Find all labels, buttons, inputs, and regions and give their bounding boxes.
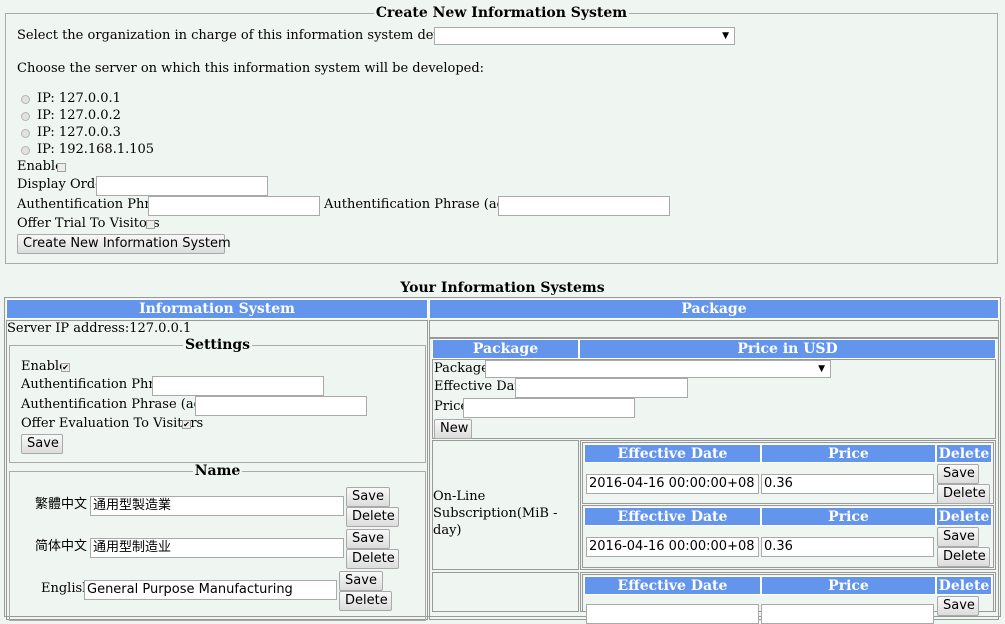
price-row-2-save-button[interactable]: Save bbox=[937, 527, 979, 547]
settings-eval-checkbox[interactable]: ✔ bbox=[182, 420, 191, 429]
name-delete-button-2[interactable]: Delete bbox=[346, 549, 399, 569]
name-save-button-2[interactable]: Save bbox=[346, 529, 390, 549]
price-table-2-header-price: Price bbox=[761, 507, 936, 526]
name-lang-label-1: 繁體中文 bbox=[35, 497, 88, 512]
name-input-3[interactable]: General Purpose Manufacturing bbox=[84, 580, 337, 600]
server-ip-text: Server IP address:127.0.0.1 bbox=[7, 321, 192, 336]
name-delete-button-3[interactable]: Delete bbox=[339, 591, 392, 611]
server-label-3: IP: 127.0.0.3 bbox=[37, 125, 121, 140]
col-information-system: Information System bbox=[6, 299, 428, 319]
price-table-2-header-date: Effective Date bbox=[584, 507, 761, 526]
effective-date-input[interactable] bbox=[515, 378, 688, 398]
settings-enable-label: Enable bbox=[21, 359, 67, 374]
auth-phrase-again-input[interactable] bbox=[498, 196, 670, 216]
name-delete-button-1[interactable]: Delete bbox=[346, 507, 399, 527]
package-select-label: Package bbox=[434, 361, 489, 376]
price-table-3-header-price: Price bbox=[761, 576, 936, 595]
subscription-label: On-Line Subscription(MiB - day) bbox=[433, 489, 558, 538]
price-table-3-header-delete: Delete bbox=[936, 576, 992, 595]
create-system-button[interactable]: Create New Information System bbox=[17, 234, 231, 254]
server-radio-1[interactable] bbox=[21, 95, 30, 104]
price-row-1-delete-button[interactable]: Delete bbox=[937, 484, 990, 504]
name-input-2[interactable]: 通用型制造业 bbox=[90, 538, 344, 558]
name-save-button-3[interactable]: Save bbox=[339, 571, 383, 591]
price-row-1-price-input[interactable]: 0.36 bbox=[761, 474, 934, 494]
settings-legend: Settings bbox=[182, 337, 253, 353]
chevron-down-icon: ▼ bbox=[722, 31, 729, 41]
name-legend: Name bbox=[192, 463, 243, 479]
settings-auth-input[interactable] bbox=[152, 376, 324, 396]
settings-save-button[interactable]: Save bbox=[21, 434, 63, 454]
price-row-3-date-input[interactable] bbox=[586, 604, 759, 624]
price-table-1-header-price: Price bbox=[761, 444, 936, 463]
server-label-1: IP: 127.0.0.1 bbox=[37, 91, 121, 106]
enable-checkbox[interactable] bbox=[57, 163, 66, 172]
auth-phrase-input[interactable] bbox=[148, 196, 320, 216]
package-select[interactable]: ▼ bbox=[485, 360, 831, 378]
systems-title: Your Information Systems bbox=[400, 280, 605, 296]
price-row-1-save-button[interactable]: Save bbox=[937, 464, 979, 484]
server-prompt: Choose the server on which this informat… bbox=[17, 61, 485, 76]
display-order-input[interactable] bbox=[96, 176, 268, 196]
server-radio-2[interactable] bbox=[21, 112, 30, 121]
price-row-3-save-button[interactable]: Save bbox=[937, 596, 979, 616]
name-save-button-1[interactable]: Save bbox=[346, 487, 390, 507]
col-package-name: Package bbox=[432, 339, 579, 359]
enable-label: Enable bbox=[17, 159, 63, 174]
chevron-down-icon: ▼ bbox=[818, 364, 825, 374]
package-label-cell-3 bbox=[432, 572, 579, 612]
settings-eval-label: Offer Evaluation To Visitors bbox=[21, 416, 204, 431]
price-table-1-header-delete: Delete bbox=[936, 444, 992, 463]
name-input-1[interactable]: 通用型製造業 bbox=[90, 496, 344, 516]
col-price-usd: Price in USD bbox=[579, 339, 996, 359]
offer-trial-checkbox[interactable] bbox=[146, 220, 155, 229]
server-label-4: IP: 192.168.1.105 bbox=[37, 142, 155, 157]
new-price-button[interactable]: New bbox=[434, 419, 472, 439]
price-table-3-header-date: Effective Date bbox=[584, 576, 761, 595]
price-row-2-delete-button[interactable]: Delete bbox=[937, 547, 990, 567]
price-row-3-price-input[interactable] bbox=[761, 604, 934, 624]
col-package: Package bbox=[429, 299, 999, 319]
price-row-1-date-input[interactable]: 2016-04-16 00:00:00+08 bbox=[586, 474, 759, 494]
server-label-2: IP: 127.0.0.2 bbox=[37, 108, 121, 123]
server-radio-4[interactable] bbox=[21, 146, 30, 155]
price-row-2-price-input[interactable]: 0.36 bbox=[761, 537, 934, 557]
price-input[interactable] bbox=[463, 398, 635, 418]
effective-date-label: Effective Date bbox=[434, 379, 528, 394]
price-table-2-header-delete: Delete bbox=[936, 507, 992, 526]
create-system-legend: Create New Information System bbox=[373, 5, 630, 21]
offer-trial-label: Offer Trial To Visitors bbox=[17, 216, 160, 231]
server-radio-3[interactable] bbox=[21, 129, 30, 138]
org-select[interactable]: ▼ bbox=[434, 27, 735, 45]
package-spacer-cell bbox=[429, 320, 999, 338]
price-table-1-header-date: Effective Date bbox=[584, 444, 761, 463]
settings-auth-again-input[interactable] bbox=[195, 396, 367, 416]
name-lang-label-2: 简体中文 bbox=[35, 539, 88, 554]
settings-enable-checkbox[interactable]: ✔ bbox=[61, 363, 70, 372]
price-row-2-date-input[interactable]: 2016-04-16 00:00:00+08 bbox=[586, 537, 759, 557]
